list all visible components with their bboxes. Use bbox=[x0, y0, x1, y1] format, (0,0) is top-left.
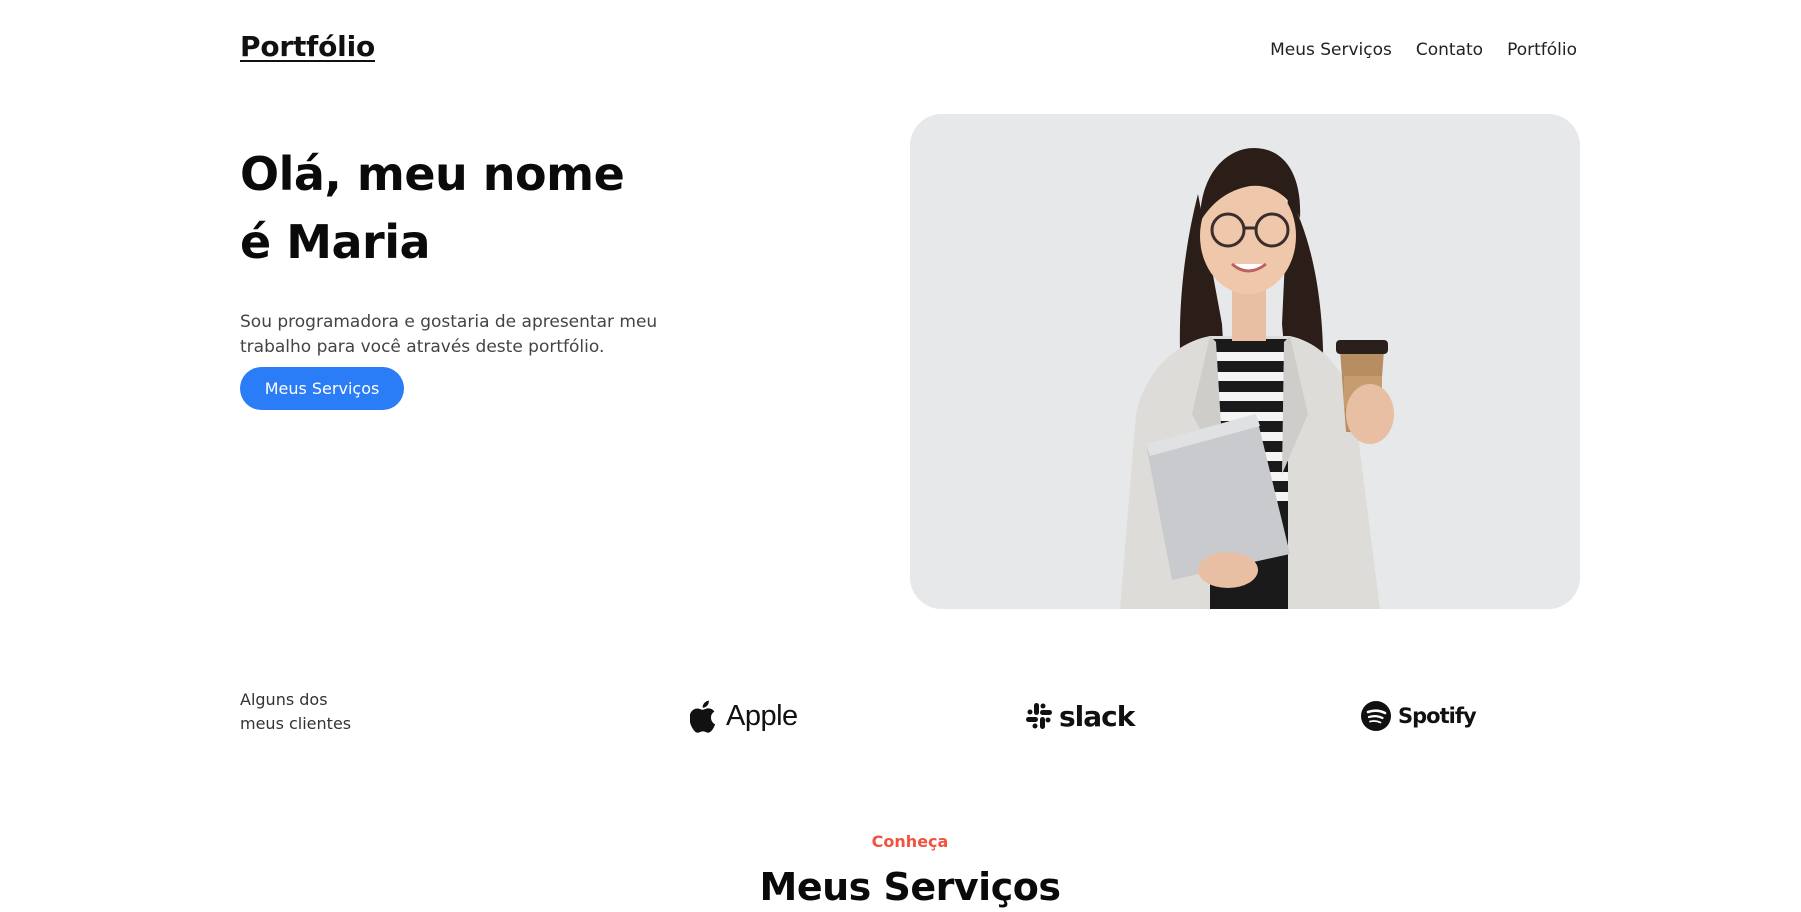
nav-link-contato[interactable]: Contato bbox=[1416, 40, 1483, 60]
client-apple: Apple bbox=[690, 694, 798, 738]
hero-title: Olá, meu nome é Maria bbox=[240, 140, 760, 276]
client-apple-name: Apple bbox=[726, 699, 798, 732]
clients-label-line-2: meus clientes bbox=[240, 714, 352, 733]
client-spotify-name: Spotify bbox=[1398, 704, 1477, 728]
hero-description: Sou programadora e gostaria de apresenta… bbox=[240, 312, 658, 357]
clients-label-line-1: Alguns dos bbox=[240, 690, 328, 709]
apple-logo-icon bbox=[690, 700, 716, 733]
spotify-logo-icon bbox=[1361, 701, 1391, 731]
client-slack-name: slack bbox=[1059, 699, 1135, 733]
main-nav: Meus Serviços Contato Portfólio bbox=[1270, 40, 1577, 60]
hero-title-line-2: é Maria bbox=[240, 215, 431, 269]
hero-photo bbox=[910, 114, 1580, 609]
services-title: Meus Serviços bbox=[759, 865, 1061, 909]
clients-label: Alguns dos meus clientes bbox=[240, 688, 351, 736]
client-spotify: Spotify bbox=[1360, 694, 1477, 738]
client-slack: slack bbox=[1025, 694, 1135, 738]
hero-title-line-1: Olá, meu nome bbox=[240, 147, 625, 201]
nav-link-portfolio[interactable]: Portfólio bbox=[1507, 40, 1577, 60]
nav-link-servicos[interactable]: Meus Serviços bbox=[1270, 40, 1392, 60]
slack-logo-icon bbox=[1026, 703, 1052, 729]
services-kicker: Conheça bbox=[871, 832, 949, 851]
site-logo[interactable]: Portfólio bbox=[240, 30, 375, 63]
services-cta-button[interactable]: Meus Serviços bbox=[240, 367, 404, 410]
woman-with-laptop-and-coffee-photo bbox=[910, 114, 1580, 609]
